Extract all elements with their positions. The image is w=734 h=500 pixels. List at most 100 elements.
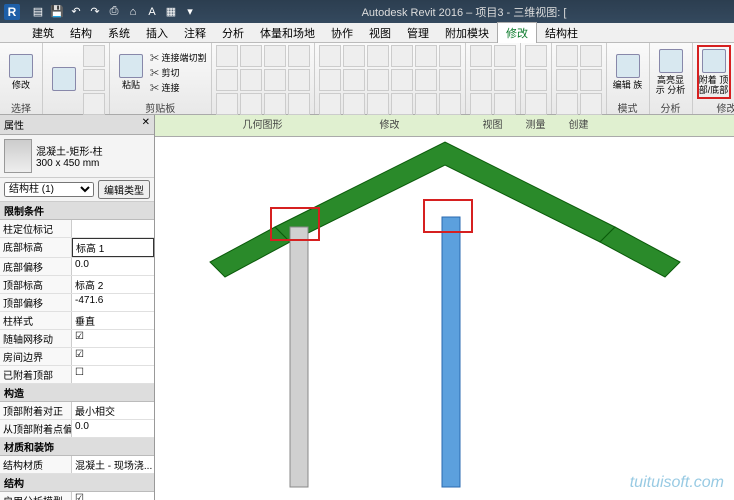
ribbon-small[interactable] bbox=[525, 93, 547, 115]
ribbon-small[interactable] bbox=[367, 45, 389, 67]
ribbon-btn-高亮显示 分析[interactable]: 高亮显示 分析 bbox=[654, 45, 688, 99]
ribbon-small[interactable] bbox=[525, 69, 547, 91]
edit-type-button[interactable]: 编辑类型 bbox=[98, 180, 150, 199]
ribbon-small[interactable] bbox=[470, 45, 492, 67]
ribbon-small[interactable] bbox=[264, 69, 286, 91]
column-left[interactable] bbox=[290, 227, 308, 487]
ribbon-small[interactable] bbox=[319, 69, 341, 91]
ribbon-btn-属性[interactable] bbox=[47, 53, 81, 107]
ribbon-small[interactable] bbox=[580, 69, 602, 91]
ribbon-small[interactable] bbox=[319, 45, 341, 67]
prop-value[interactable]: ☑ bbox=[72, 348, 154, 365]
prop-value[interactable]: -471.6 bbox=[72, 294, 154, 311]
ribbon-small[interactable] bbox=[288, 93, 310, 115]
ribbon-small[interactable] bbox=[288, 45, 310, 67]
ribbon-small[interactable] bbox=[319, 93, 341, 115]
ribbon-small[interactable] bbox=[415, 45, 437, 67]
ribbon-small[interactable] bbox=[556, 93, 578, 115]
instance-selector[interactable]: 结构柱 (1) bbox=[4, 182, 94, 197]
ribbon-small[interactable] bbox=[391, 93, 413, 115]
qat-text-icon[interactable]: A bbox=[144, 4, 160, 20]
viewport[interactable]: tuituisoft.com bbox=[155, 137, 734, 500]
ribbon-small[interactable] bbox=[494, 45, 516, 67]
ribbon-small[interactable] bbox=[367, 93, 389, 115]
qat-undo-icon[interactable]: ↶ bbox=[68, 4, 84, 20]
ribbon-small[interactable] bbox=[415, 69, 437, 91]
prop-value[interactable]: ☑ bbox=[72, 330, 154, 347]
ribbon-small[interactable] bbox=[580, 45, 602, 67]
type-selector[interactable]: 混凝土-矩形-柱 300 x 450 mm bbox=[0, 135, 154, 178]
prop-group[interactable]: 材质和装饰 bbox=[0, 438, 154, 456]
tab-结构柱[interactable]: 结构柱 bbox=[537, 23, 586, 43]
qat-open-icon[interactable]: ▤ bbox=[30, 4, 46, 20]
tab-附加模块[interactable]: 附加模块 bbox=[437, 23, 497, 43]
prop-value[interactable]: 垂直 bbox=[72, 312, 154, 329]
tab-系统[interactable]: 系统 bbox=[100, 23, 138, 43]
tab-分析[interactable]: 分析 bbox=[214, 23, 252, 43]
ribbon-small[interactable] bbox=[494, 69, 516, 91]
ribbon-small[interactable] bbox=[391, 45, 413, 67]
ribbon-small[interactable] bbox=[494, 93, 516, 115]
prop-value[interactable]: ☐ bbox=[72, 366, 154, 383]
ribbon-small[interactable] bbox=[415, 93, 437, 115]
prop-value[interactable] bbox=[72, 220, 154, 237]
ribbon-small[interactable] bbox=[367, 69, 389, 91]
ribbon-small[interactable] bbox=[288, 69, 310, 91]
qat-redo-icon[interactable]: ↷ bbox=[87, 4, 103, 20]
ribbon-btn-修改[interactable]: 修改 bbox=[4, 45, 38, 99]
ribbon-small[interactable] bbox=[343, 45, 365, 67]
prop-value[interactable]: 标高 1 bbox=[72, 238, 154, 257]
ribbon-small[interactable] bbox=[470, 93, 492, 115]
ribbon-small[interactable] bbox=[83, 93, 105, 115]
tab-协作[interactable]: 协作 bbox=[323, 23, 361, 43]
prop-group[interactable]: 限制条件 bbox=[0, 202, 154, 220]
qat-more-icon[interactable]: ▾ bbox=[182, 4, 198, 20]
prop-value[interactable]: 0.0 bbox=[72, 258, 154, 275]
tab-插入[interactable]: 插入 bbox=[138, 23, 176, 43]
prop-group[interactable]: 构造 bbox=[0, 384, 154, 402]
prop-value[interactable]: 混凝土 - 现场浇... bbox=[72, 456, 154, 473]
tab-管理[interactable]: 管理 bbox=[399, 23, 437, 43]
close-icon[interactable]: ✕ bbox=[142, 117, 150, 132]
prop-value[interactable]: ☑ bbox=[72, 492, 154, 500]
ribbon-small[interactable] bbox=[83, 69, 105, 91]
ribbon-small[interactable] bbox=[439, 69, 461, 91]
tab-视图[interactable]: 视图 bbox=[361, 23, 399, 43]
qat-print-icon[interactable]: ⎙ bbox=[106, 4, 122, 20]
ribbon-small[interactable] bbox=[216, 45, 238, 67]
ribbon-small[interactable] bbox=[216, 93, 238, 115]
ribbon-small[interactable] bbox=[83, 45, 105, 67]
qat-save-icon[interactable]: 💾 bbox=[49, 4, 65, 20]
qat-grid-icon[interactable]: ▦ bbox=[163, 4, 179, 20]
ribbon-small[interactable] bbox=[264, 93, 286, 115]
ribbon-small[interactable] bbox=[343, 93, 365, 115]
column-right-selected[interactable] bbox=[442, 217, 460, 487]
tab-体量和场地[interactable]: 体量和场地 bbox=[252, 23, 323, 43]
ribbon-small[interactable] bbox=[556, 45, 578, 67]
ribbon-small[interactable] bbox=[240, 45, 262, 67]
prop-value[interactable]: 标高 2 bbox=[72, 276, 154, 293]
ribbon-small[interactable] bbox=[240, 69, 262, 91]
ribbon-small-连接[interactable]: ✂ 连接 bbox=[150, 81, 207, 94]
ribbon-small[interactable] bbox=[470, 69, 492, 91]
prop-value[interactable]: 最小相交 bbox=[72, 402, 154, 419]
tab-结构[interactable]: 结构 bbox=[62, 23, 100, 43]
ribbon-small[interactable] bbox=[525, 45, 547, 67]
tab-注释[interactable]: 注释 bbox=[176, 23, 214, 43]
ribbon-small[interactable] bbox=[264, 45, 286, 67]
ribbon-small-剪切[interactable]: ✂ 剪切 bbox=[150, 66, 207, 79]
prop-value[interactable]: 0.0 bbox=[72, 420, 154, 437]
ribbon-small[interactable] bbox=[216, 69, 238, 91]
ribbon-btn-粘贴[interactable]: 粘贴 bbox=[114, 45, 148, 99]
tab-建筑[interactable]: 建筑 bbox=[24, 23, 62, 43]
ribbon-small[interactable] bbox=[439, 45, 461, 67]
tab-修改[interactable]: 修改 bbox=[497, 22, 537, 43]
prop-group[interactable]: 结构 bbox=[0, 474, 154, 492]
ribbon-small[interactable] bbox=[439, 93, 461, 115]
ribbon-small[interactable] bbox=[556, 69, 578, 91]
ribbon-small[interactable] bbox=[240, 93, 262, 115]
ribbon-small[interactable] bbox=[580, 93, 602, 115]
ribbon-small-连接端切割[interactable]: ✂ 连接端切割 bbox=[150, 51, 207, 64]
ribbon-small[interactable] bbox=[391, 69, 413, 91]
ribbon-btn-编辑 族[interactable]: 编辑 族 bbox=[611, 45, 645, 99]
